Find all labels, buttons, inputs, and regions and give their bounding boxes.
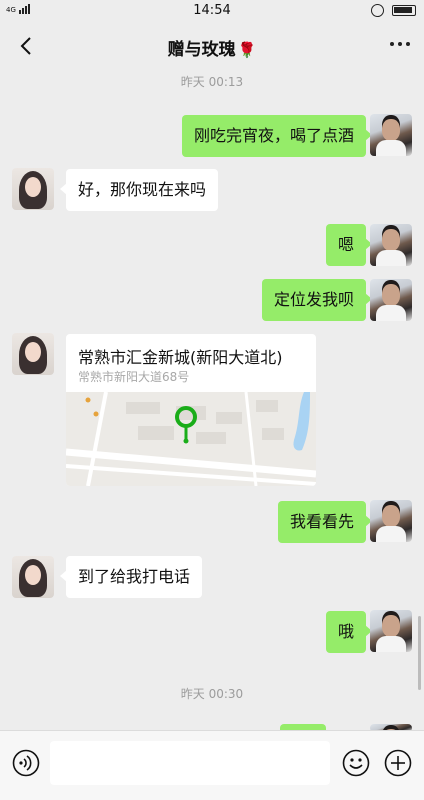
battery-icon: [392, 5, 416, 16]
chat-header: 赠与玫瑰 🌹: [0, 22, 424, 72]
message-input[interactable]: [50, 741, 330, 785]
message-bubble-me[interactable]: 嗯: [325, 224, 373, 266]
timestamp: 昨天 00:30: [180, 687, 244, 701]
more-dots-icon[interactable]: [390, 42, 410, 46]
my-avatar[interactable]: [370, 500, 412, 542]
my-avatar[interactable]: [370, 114, 412, 156]
location-map: [66, 392, 316, 486]
contact-avatar[interactable]: [12, 168, 54, 210]
contact-avatar[interactable]: [12, 556, 54, 598]
input-bar: [0, 730, 424, 800]
chat-title-text: 赠与玫瑰: [167, 40, 236, 60]
my-avatar[interactable]: [370, 610, 412, 652]
message-bubble-me[interactable]: 我看看先: [277, 501, 373, 543]
message-bubble-me[interactable]: 定位发我呗: [261, 279, 373, 321]
location-name: 常熟市汇金新城(新阳大道北): [78, 348, 283, 367]
chat-title: 赠与玫瑰 🌹: [0, 35, 424, 60]
status-bar: 4G 14:54: [0, 0, 424, 22]
voice-icon[interactable]: [12, 749, 40, 777]
my-avatar[interactable]: [370, 224, 412, 266]
message-bubble-them[interactable]: 好，那你现在来吗: [59, 169, 219, 211]
my-avatar[interactable]: [370, 279, 412, 321]
rose-emoji: 🌹: [237, 41, 257, 59]
message-bubble-them[interactable]: 到了给我打电话: [59, 556, 203, 598]
status-time: 14:54: [193, 3, 231, 18]
location-address: 常熟市新阳大道68号: [78, 370, 190, 384]
contact-avatar[interactable]: [12, 333, 54, 375]
plus-icon[interactable]: [384, 749, 412, 777]
scrollbar[interactable]: [418, 616, 421, 690]
timestamp: 昨天 00:13: [180, 75, 244, 89]
message-bubble-me[interactable]: 刚吃完宵夜，喝了点酒: [181, 115, 373, 157]
emoji-icon[interactable]: [342, 749, 370, 777]
message-bubble-me[interactable]: 哦: [325, 611, 373, 653]
location-card[interactable]: 常熟市汇金新城(新阳大道北) 常熟市新阳大道68号: [66, 334, 316, 486]
rotation-lock-icon: [371, 4, 384, 17]
